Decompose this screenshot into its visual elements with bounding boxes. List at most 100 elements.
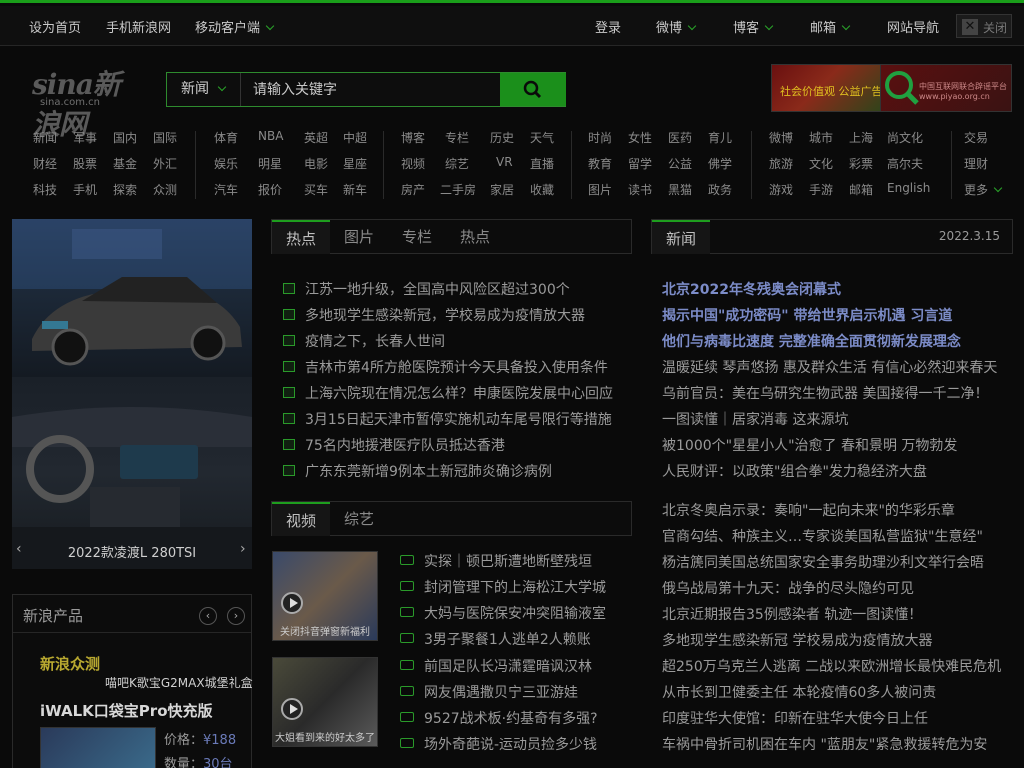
news-item[interactable]: 超250万乌克兰人逃离 二战以来欧洲增长最快难民危机 [662,656,1001,676]
close-button[interactable]: ✕ 关闭 [956,14,1012,38]
nav-link[interactable]: 外汇 [153,155,177,172]
nav-link[interactable]: 综艺 [445,155,469,172]
nav-link[interactable]: 财经 [33,155,57,172]
nav-link[interactable]: 视频 [401,155,425,172]
nav-link[interactable]: 尚文化 [887,129,923,146]
nav-link[interactable]: 二手房 [440,181,476,198]
nav-link[interactable]: 育儿 [708,129,732,146]
tab-video[interactable]: 视频 [272,502,330,536]
nav-link[interactable]: 新闻 [33,129,57,146]
set-homepage-link[interactable]: 设为首页 [29,17,81,36]
weibo-menu[interactable]: 微博 [656,17,697,36]
tab-columns[interactable]: 专栏 [388,220,446,254]
nav-link[interactable]: 专栏 [445,129,469,146]
nav-link[interactable]: 黑猫 [668,181,692,198]
nav-link[interactable]: 手游 [809,181,833,198]
nav-link[interactable]: 汽车 [214,181,238,198]
product-image[interactable] [40,727,156,768]
nav-link[interactable]: 报价 [258,181,282,198]
nav-link[interactable]: 历史 [490,129,514,146]
video-thumbnail[interactable]: 关闭抖音弹窗新福利 [272,551,378,641]
nav-link[interactable]: 城市 [809,129,833,146]
news-item[interactable]: 杨洁篪同美国总统国家安全事务助理沙利文举行会晤 [662,552,984,572]
news-item[interactable]: 北京冬奥启示录：奏响"一起向未来"的华彩乐章 [662,500,955,520]
news-item[interactable]: 揭示中国"成功密码" 带给世界启示机遇 习言道 [662,305,952,325]
news-item[interactable]: 人民财评：以政策"组合拳"发力稳经济大盘 [662,461,927,481]
news-item[interactable]: 温暖延续 琴声悠扬 惠及群众生活 有信心必然迎来春天 [662,357,997,377]
mobile-client-menu[interactable]: 移动客户端 [195,17,275,36]
chevron-right-icon[interactable]: › [227,607,245,625]
nav-link[interactable]: 电影 [304,155,328,172]
nav-link[interactable]: 手机 [73,181,97,198]
nav-link[interactable]: 中超 [343,129,367,146]
nav-more-menu[interactable]: 更多 [964,181,1003,198]
nav-link[interactable]: 探索 [113,181,137,198]
site-nav-link[interactable]: 网站导航 [887,17,939,36]
nav-link[interactable]: 邮箱 [849,181,873,198]
mobile-sina-link[interactable]: 手机新浪网 [106,17,171,36]
news-item[interactable]: 印度驻华大使馆：印新在驻华大使今日上任 [662,708,928,728]
nav-link[interactable]: 体育 [214,129,238,146]
nav-link[interactable]: 国内 [113,129,137,146]
news-item[interactable]: 车祸中骨折司机困在车内 "蓝朋友"紧急救援转危为安 [662,734,987,754]
nav-link[interactable]: 收藏 [530,181,554,198]
news-item[interactable]: 多地现学生感染新冠 学校易成为疫情放大器 [662,630,932,650]
nav-link[interactable]: 新车 [343,181,367,198]
promo-text[interactable]: 喵吧K歌宝G2MAX城堡礼盒 [105,674,253,691]
nav-link[interactable]: 娱乐 [214,155,238,172]
video-thumbnail[interactable]: 大姐看到来的好太多了 [272,657,378,747]
nav-link[interactable]: NBA [258,129,283,143]
nav-link[interactable]: 交易 [964,129,988,146]
focus-image-slider[interactable]: ‹ › 2022款凌渡L 280TSI [12,219,252,569]
nav-link[interactable]: 游戏 [769,181,793,198]
nav-link[interactable]: 佛学 [708,155,732,172]
nav-link[interactable]: 星座 [343,155,367,172]
nav-link[interactable]: 博客 [401,129,425,146]
tab-hot-2[interactable]: 热点 [446,220,504,254]
nav-link[interactable]: 微博 [769,129,793,146]
mail-menu[interactable]: 邮箱 [810,17,851,36]
nav-link[interactable]: 天气 [530,129,554,146]
search-input[interactable] [253,80,493,100]
nav-link[interactable]: 买车 [304,181,328,198]
tab-variety[interactable]: 综艺 [330,502,388,536]
nav-link[interactable]: 股票 [73,155,97,172]
nav-link[interactable]: 家居 [490,181,514,198]
nav-link[interactable]: 英超 [304,129,328,146]
product-title[interactable]: iWALK口袋宝Pro快充版 [40,700,213,721]
nav-link[interactable]: 理财 [964,155,988,172]
tab-hot[interactable]: 热点 [272,220,330,254]
nav-link[interactable]: 彩票 [849,155,873,172]
news-item[interactable]: 俄乌战局第十九天：战争的尽头隐约可见 [662,578,914,598]
news-item[interactable]: 被1000个"星星小人"治愈了 春和景明 万物勃发 [662,435,957,455]
login-link[interactable]: 登录 [595,17,621,36]
nav-link[interactable]: 留学 [628,155,652,172]
nav-link[interactable]: 科技 [33,181,57,198]
nav-link[interactable]: 文化 [809,155,833,172]
nav-link[interactable]: 基金 [113,155,137,172]
news-item[interactable]: 官商勾结、种族主义…专家谈美国私营监狱"生意经" [662,526,983,546]
news-item[interactable]: 乌前官员：美在乌研究生物武器 美国接得一千二净！ [662,383,988,403]
nav-link[interactable]: 旅游 [769,155,793,172]
nav-link[interactable]: 上海 [849,129,873,146]
nav-link[interactable]: 直播 [530,155,554,172]
nav-link[interactable]: 读书 [628,181,652,198]
nav-link[interactable]: 公益 [668,155,692,172]
news-item[interactable]: 北京近期报告35例感染者 轨迹一图读懂！ [662,604,922,624]
nav-link[interactable]: 时尚 [588,129,612,146]
nav-link[interactable]: 军事 [73,129,97,146]
news-item[interactable]: 北京2022年冬残奥会闭幕式 [662,279,841,299]
nav-link[interactable]: 高尔夫 [887,155,923,172]
search-button[interactable] [500,73,566,106]
ad-banner-piyao[interactable]: 中国互联网联合辟谣平台 www.piyao.org.cn [880,64,1012,112]
chevron-left-icon[interactable]: ‹ [199,607,217,625]
nav-link[interactable]: 国际 [153,129,177,146]
nav-link[interactable]: 女性 [628,129,652,146]
nav-link[interactable]: 明星 [258,155,282,172]
tab-pictures[interactable]: 图片 [330,220,388,254]
nav-link[interactable]: 房产 [401,181,425,198]
nav-link[interactable]: 教育 [588,155,612,172]
search-category-select[interactable]: 新闻 [167,73,241,106]
tab-news[interactable]: 新闻 [652,220,710,254]
zhongce-brand[interactable]: 新浪众测 [40,653,100,674]
